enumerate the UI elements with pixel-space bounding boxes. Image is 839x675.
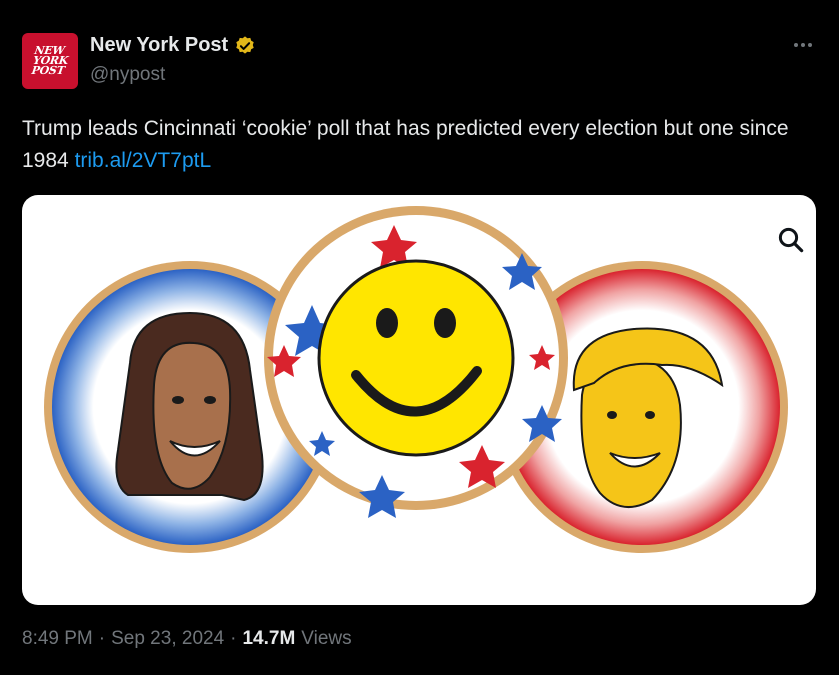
more-dots-icon[interactable] [790,38,816,52]
tweet-link[interactable]: trib.al/2VT7ptL [75,149,212,172]
nypost-logo: NEW YORK POST [30,44,69,77]
account-avatar[interactable]: NEW YORK POST [22,33,78,89]
account-handle[interactable]: @nypost [90,64,165,86]
name-row: New York Post [90,34,256,57]
tweet-text: Trump leads Cincinnati ‘cookie’ poll tha… [22,113,822,177]
magnifier-icon[interactable] [776,225,806,255]
views-count[interactable]: 14.7M [242,628,295,650]
meta-separator: · [98,628,106,649]
tweet-meta: 8:49 PM · Sep 23, 2024 · 14.7M Views [22,628,352,650]
verified-badge-icon [236,35,254,54]
views-label: Views [301,628,352,649]
meta-separator: · [230,628,237,649]
cookie-illustration [44,206,788,553]
tweet-media-image[interactable] [22,195,816,605]
display-name[interactable]: New York Post [90,34,228,57]
tweet-date[interactable]: Sep 23, 2024 [111,628,224,650]
tweet-time[interactable]: 8:49 PM [22,628,93,650]
